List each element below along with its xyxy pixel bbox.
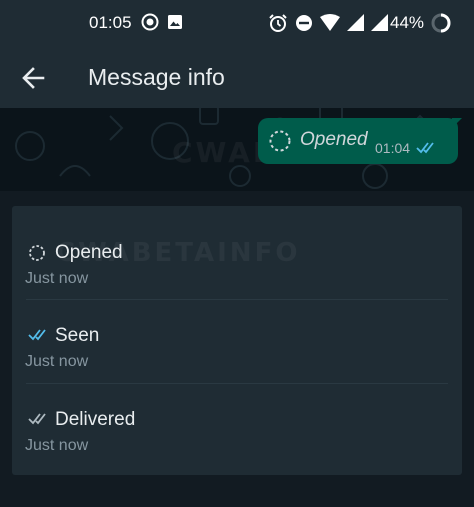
row-divider (26, 299, 448, 300)
receipt-row-delivered: Delivered Just now (12, 383, 462, 467)
message-bubble[interactable]: Opened 01:04 (258, 118, 458, 164)
receipt-label: Seen (55, 325, 100, 346)
status-notification-icons (141, 13, 183, 36)
message-text: Opened (300, 129, 368, 150)
record-icon (141, 13, 159, 36)
receipt-time: Just now (25, 353, 89, 370)
battery-saver-icon (431, 13, 451, 38)
double-check-blue-icon (28, 327, 50, 345)
chat-preview: CWABETAINFO Opened 01:04 (0, 108, 474, 191)
back-button[interactable] (20, 64, 48, 92)
alarm-icon (268, 13, 288, 38)
signal-icon (371, 14, 388, 37)
receipt-row-seen: Seen Just now (12, 299, 462, 383)
double-check-icon (416, 140, 438, 159)
receipt-card: CWABETAINFO Opened Just now Seen Just no… (12, 206, 462, 475)
bubble-tail (452, 118, 462, 128)
signal-icon (347, 14, 364, 37)
app-bar: Message info (0, 46, 474, 108)
receipt-row-opened: Opened Just now (12, 216, 462, 300)
view-once-icon (268, 129, 292, 158)
image-icon (167, 14, 183, 35)
do-not-disturb-icon (295, 14, 313, 37)
battery-percentage: 44% (390, 13, 425, 32)
arrow-back-icon (20, 67, 48, 96)
status-bar: 01:05 44% (0, 0, 474, 46)
status-system-icons (268, 13, 388, 38)
status-time: 01:05 (89, 13, 132, 32)
wifi-icon (320, 14, 340, 37)
row-divider (26, 383, 448, 384)
message-time: 01:04 (375, 140, 411, 156)
receipt-time: Just now (25, 437, 89, 454)
page-title: Message info (88, 64, 225, 90)
receipt-time: Just now (25, 270, 89, 287)
receipt-label: Delivered (55, 409, 136, 430)
double-check-grey-icon (28, 411, 50, 429)
view-once-icon (28, 244, 50, 262)
receipt-label: Opened (55, 242, 123, 263)
